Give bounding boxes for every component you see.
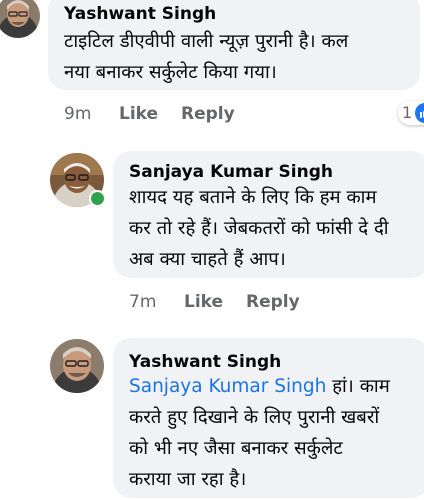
comment-text-3-line-4: कराया जा रहा है। xyxy=(129,469,247,490)
reaction-count-1: 1 xyxy=(402,103,413,122)
comment-text-2-line-2: कर तो रहे हैं। जेबकतरों को फांसी दे दी xyxy=(129,218,389,239)
comment-text-1-line-1: टाइटिल डीएवीपी वाली न्यूज़ पुरानी है। कल xyxy=(64,31,349,52)
avatar-yashwant-singh-1[interactable] xyxy=(0,0,40,38)
like-button-1[interactable]: Like xyxy=(119,104,158,124)
like-button-2[interactable]: Like xyxy=(184,292,223,312)
comment-time-1: 9m xyxy=(64,104,92,124)
comment-text-3-line-3: को भी नए जैसा बनाकर सर्कुलेट xyxy=(129,438,343,459)
comment-text-1-line-2: नया बनाकर सर्कुलेट किया गया। xyxy=(64,62,277,83)
comment-author-3[interactable]: Yashwant Singh xyxy=(129,352,281,372)
comment-text-3-line-1: Sanjaya Kumar Singh हां। काम xyxy=(129,375,390,399)
online-status-indicator xyxy=(89,190,106,207)
comment-text-3-line-1-rest: हां। काम xyxy=(326,376,390,397)
reply-button-2[interactable]: Reply xyxy=(246,292,300,312)
mention-link[interactable]: Sanjaya Kumar Singh xyxy=(129,376,326,397)
reply-button-1[interactable]: Reply xyxy=(181,104,235,124)
user-avatar-icon xyxy=(50,339,104,393)
comment-text-3-line-2: करते हुए दिखाने के लिए पुरानी खबरों xyxy=(129,407,380,428)
comment-text-2-line-1: शायद यह बताने के लिए कि हम काम xyxy=(129,187,377,208)
avatar-yashwant-singh-2[interactable] xyxy=(50,339,104,393)
user-avatar-icon xyxy=(0,0,40,38)
comment-author-2[interactable]: Sanjaya Kumar Singh xyxy=(129,162,333,182)
comment-author-1[interactable]: Yashwant Singh xyxy=(64,4,216,24)
comment-thread: Yashwant Singh टाइटिल डीएवीपी वाली न्यूज… xyxy=(0,0,424,500)
comment-text-2-line-3: अब क्या चाहते हैं आप। xyxy=(129,249,286,270)
comment-time-2: 7m xyxy=(129,292,157,312)
